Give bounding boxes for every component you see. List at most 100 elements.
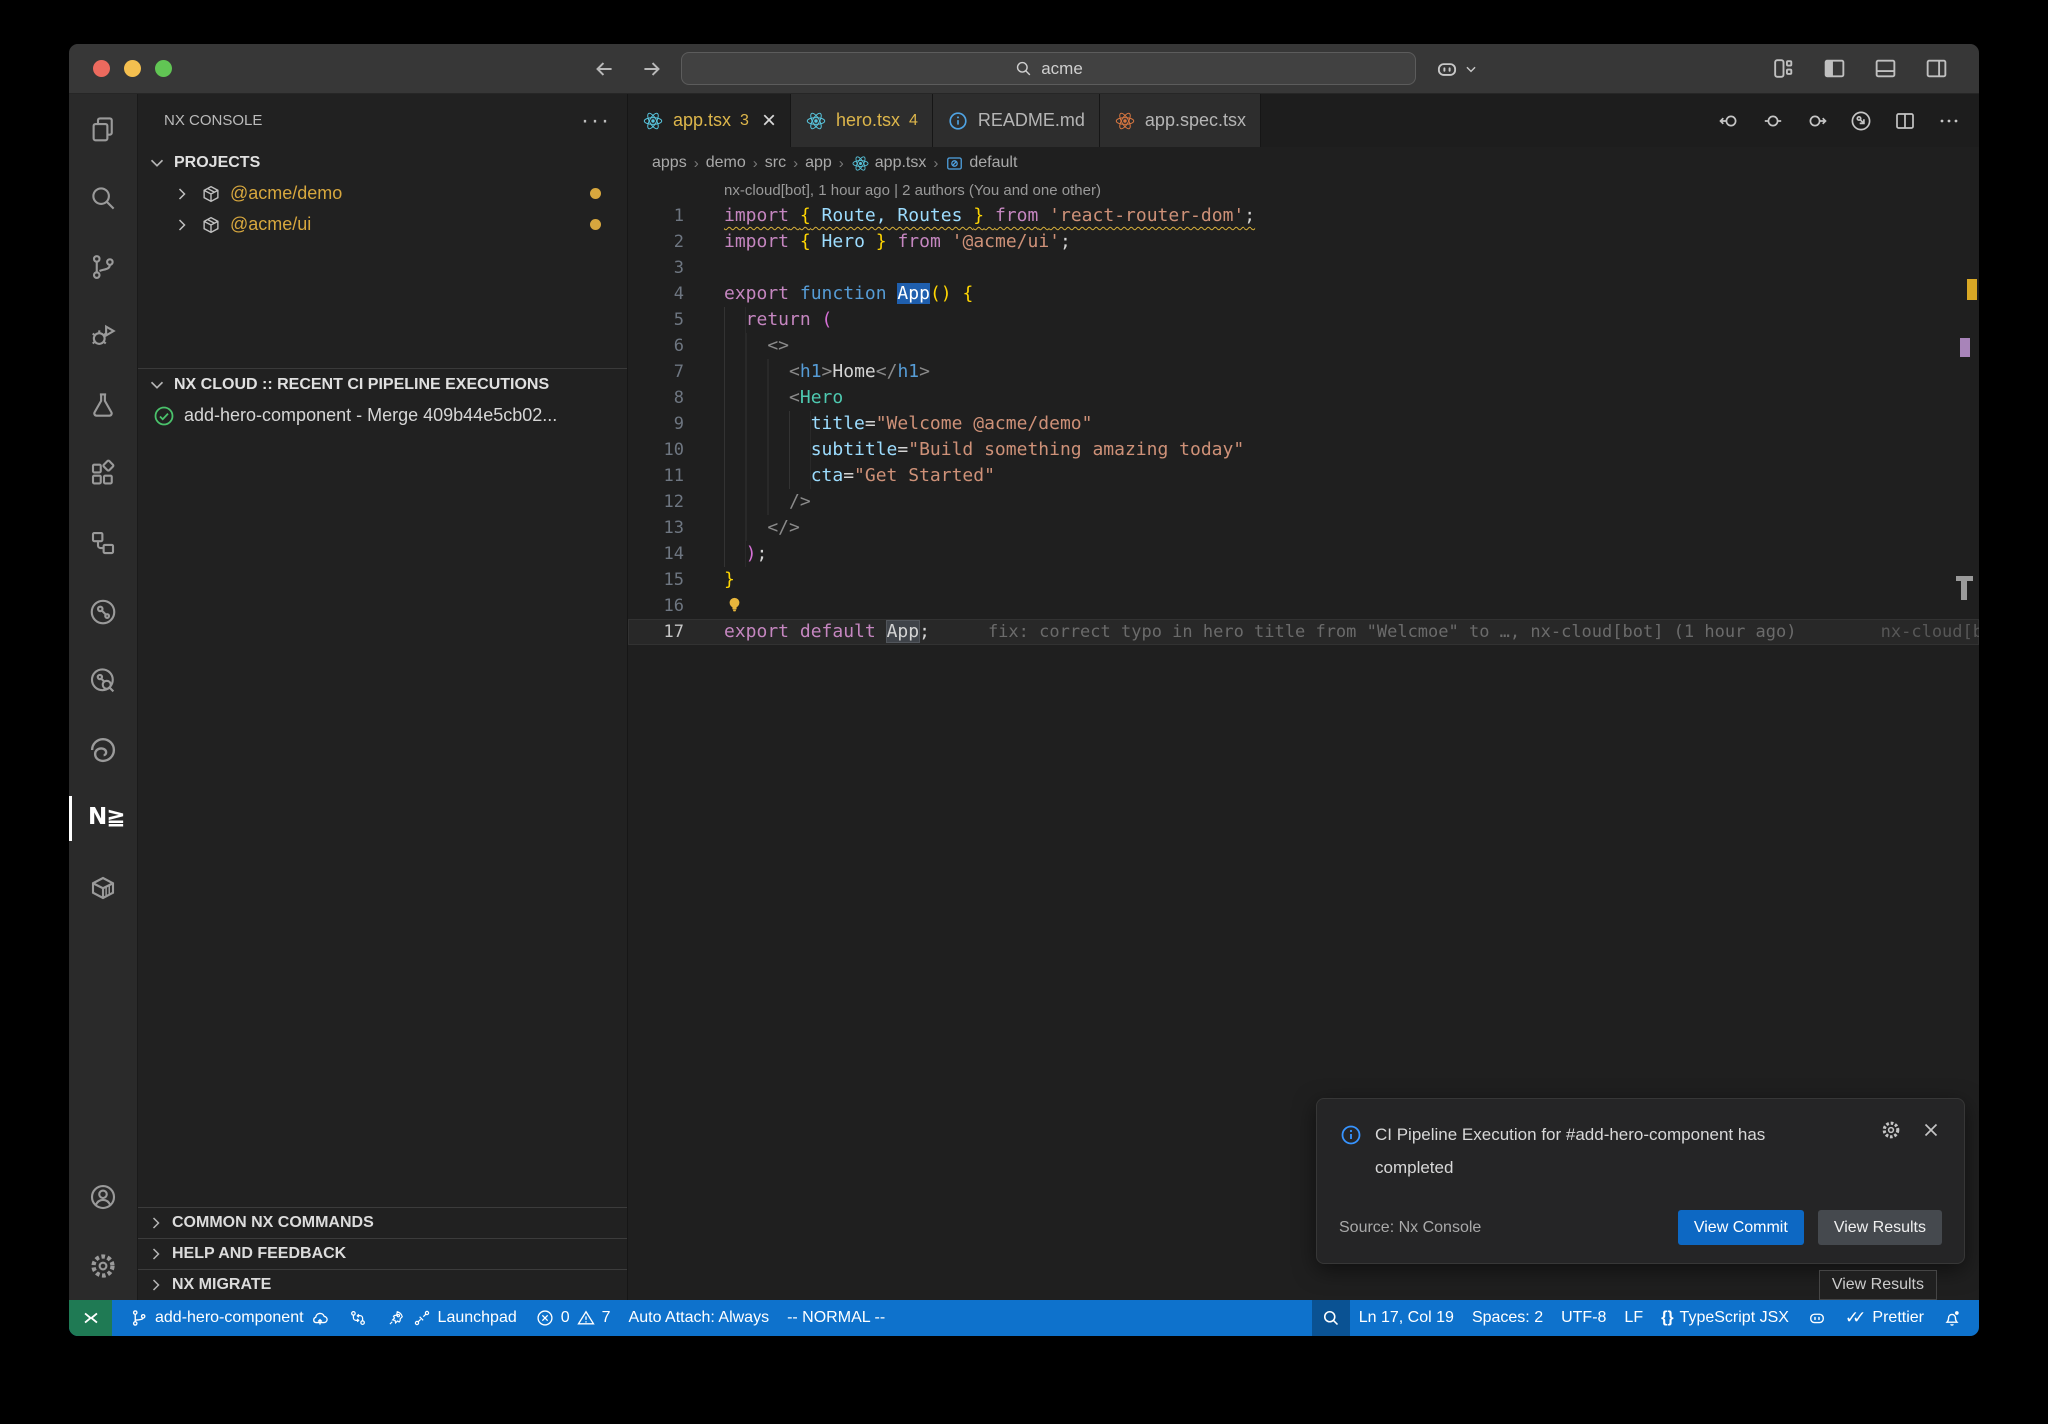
code-line-17[interactable]: 17export default App;fix: correct typo i…: [628, 619, 1979, 645]
notification-settings-gear-icon[interactable]: [1880, 1119, 1902, 1141]
code-line-9[interactable]: 9title="Welcome @acme/demo": [628, 411, 1979, 437]
activity-item-edge-browser[interactable]: [69, 715, 137, 784]
status-copilot[interactable]: [1798, 1300, 1836, 1336]
tab-app-tsx[interactable]: app.tsx3×: [628, 94, 791, 147]
minimize-window-button[interactable]: [124, 60, 141, 77]
open-changes-prev-icon[interactable]: [1717, 109, 1741, 133]
pipeline-execution-item[interactable]: add-hero-component - Merge 409b44e5cb02.…: [138, 400, 627, 431]
status-formatter[interactable]: ✓✓Prettier: [1836, 1300, 1933, 1336]
status-notifications-bell[interactable]: [1933, 1300, 1971, 1336]
breadcrumb-label: src: [765, 154, 786, 172]
code-line-7[interactable]: 7<h1>Home</h1>: [628, 359, 1979, 385]
breadcrumb-item-default[interactable]: default: [945, 154, 1017, 173]
toggle-panel-icon[interactable]: [1873, 56, 1898, 81]
activity-item-source-control[interactable]: [69, 232, 137, 301]
notification-toast: CI Pipeline Execution for #add-hero-comp…: [1316, 1098, 1965, 1264]
status-compare-changes[interactable]: [339, 1300, 377, 1336]
chevron-right-icon: [146, 1275, 166, 1295]
chevron-right-icon: [172, 184, 192, 204]
status-auto-attach[interactable]: Auto Attach: Always: [620, 1300, 779, 1336]
tab-hero-tsx[interactable]: hero.tsx4: [791, 94, 933, 147]
code-line-1[interactable]: 1import { Route, Routes } from 'react-ro…: [628, 203, 1979, 229]
search-icon: [88, 183, 118, 213]
codelens-blame[interactable]: nx-cloud[bot], 1 hour ago | 2 authors (Y…: [628, 179, 1979, 203]
code-line-11[interactable]: 11cta="Get Started": [628, 463, 1979, 489]
open-changes-icon[interactable]: [1761, 109, 1785, 133]
activity-item-containers[interactable]: [69, 853, 137, 922]
more-actions-icon[interactable]: [1937, 109, 1961, 133]
code-line-6[interactable]: 6<>: [628, 333, 1979, 359]
line-content: </>: [684, 515, 800, 541]
activity-item-account[interactable]: [69, 1162, 137, 1231]
toggle-primary-sidebar-icon[interactable]: [1822, 56, 1847, 81]
error-circle-icon: [535, 1308, 555, 1328]
sidebar-more-actions-icon[interactable]: ···: [581, 107, 611, 135]
lightbulb-icon[interactable]: [724, 594, 745, 615]
copilot-menu[interactable]: [1434, 56, 1478, 82]
breadcrumb-item-apps[interactable]: apps: [652, 154, 687, 172]
zoom-window-button[interactable]: [155, 60, 172, 77]
code-line-15[interactable]: 15}: [628, 567, 1979, 593]
split-editor-icon[interactable]: [1893, 109, 1917, 133]
code-text: return (: [724, 309, 832, 330]
activity-item-references[interactable]: [69, 508, 137, 577]
code-line-8[interactable]: 8<Hero: [628, 385, 1979, 411]
tab-close-icon[interactable]: ×: [762, 109, 776, 133]
project-item--acme-demo[interactable]: @acme/demo: [138, 178, 627, 209]
breadcrumb-item-app[interactable]: app: [805, 154, 832, 172]
activity-item-run-debug[interactable]: [69, 301, 137, 370]
commit-graph-run-icon[interactable]: [1849, 109, 1873, 133]
nx-cloud-section-header[interactable]: NX CLOUD :: RECENT CI PIPELINE EXECUTION…: [138, 369, 627, 400]
status-vim-mode[interactable]: -- NORMAL --: [778, 1300, 894, 1336]
status-problems[interactable]: 07: [526, 1300, 620, 1336]
code-line-5[interactable]: 5return (: [628, 307, 1979, 333]
status-launchpad[interactable]: Launchpad: [377, 1300, 526, 1336]
tab-app-spec-tsx[interactable]: app.spec.tsx: [1100, 94, 1261, 147]
customize-layout-icon[interactable]: [1771, 56, 1796, 81]
toggle-secondary-sidebar-icon[interactable]: [1924, 56, 1949, 81]
status-zoom-indicator[interactable]: [1312, 1300, 1350, 1336]
status-encoding[interactable]: UTF-8: [1552, 1300, 1615, 1336]
section-nx-migrate[interactable]: NX MIGRATE: [138, 1269, 627, 1300]
remote-indicator[interactable]: [69, 1300, 112, 1336]
view-commit-button[interactable]: View Commit: [1678, 1210, 1804, 1245]
breadcrumb-item-src[interactable]: src: [765, 154, 786, 172]
close-window-button[interactable]: [93, 60, 110, 77]
activity-item-commit-graph[interactable]: [69, 577, 137, 646]
code-line-4[interactable]: 4export function App() {: [628, 281, 1979, 307]
section-help-and-feedback[interactable]: HELP AND FEEDBACK: [138, 1238, 627, 1269]
activity-item-gitlens-inspect[interactable]: [69, 646, 137, 715]
status-cursor-position[interactable]: Ln 17, Col 19: [1350, 1300, 1463, 1336]
status-eol[interactable]: LF: [1615, 1300, 1652, 1336]
activity-item-explorer[interactable]: [69, 94, 137, 163]
indent-guide: [724, 541, 746, 567]
breadcrumb-item-app-tsx[interactable]: app.tsx: [851, 154, 927, 173]
status-language-mode[interactable]: {}TypeScript JSX: [1652, 1300, 1798, 1336]
section-common-nx-commands[interactable]: COMMON NX COMMANDS: [138, 1207, 627, 1238]
indent-guide: [724, 463, 811, 489]
activity-item-nx-console[interactable]: N≧: [69, 784, 137, 853]
back-arrow-icon[interactable]: [591, 56, 617, 82]
code-line-13[interactable]: 13</>: [628, 515, 1979, 541]
projects-section-header[interactable]: PROJECTS: [138, 147, 627, 178]
code-line-16[interactable]: 16: [628, 593, 1979, 619]
tab-README-md[interactable]: README.md: [933, 94, 1100, 147]
activity-item-testing[interactable]: [69, 370, 137, 439]
notification-close-icon[interactable]: [1920, 1119, 1942, 1141]
status-indentation[interactable]: Spaces: 2: [1463, 1300, 1552, 1336]
view-results-button[interactable]: View Results: [1818, 1210, 1942, 1245]
code-line-2[interactable]: 2import { Hero } from '@acme/ui';: [628, 229, 1979, 255]
breadcrumb-item-demo[interactable]: demo: [706, 154, 746, 172]
code-line-3[interactable]: 3: [628, 255, 1979, 281]
code-line-10[interactable]: 10subtitle="Build something amazing toda…: [628, 437, 1979, 463]
project-item--acme-ui[interactable]: @acme/ui: [138, 209, 627, 240]
status-git-branch[interactable]: add-hero-component: [120, 1300, 339, 1336]
forward-arrow-icon[interactable]: [639, 56, 665, 82]
activity-item-settings[interactable]: [69, 1231, 137, 1300]
activity-item-search[interactable]: [69, 163, 137, 232]
activity-item-extensions[interactable]: [69, 439, 137, 508]
code-line-12[interactable]: 12/>: [628, 489, 1979, 515]
command-center-search[interactable]: acme: [681, 52, 1416, 85]
code-line-14[interactable]: 14);: [628, 541, 1979, 567]
open-changes-next-icon[interactable]: [1805, 109, 1829, 133]
